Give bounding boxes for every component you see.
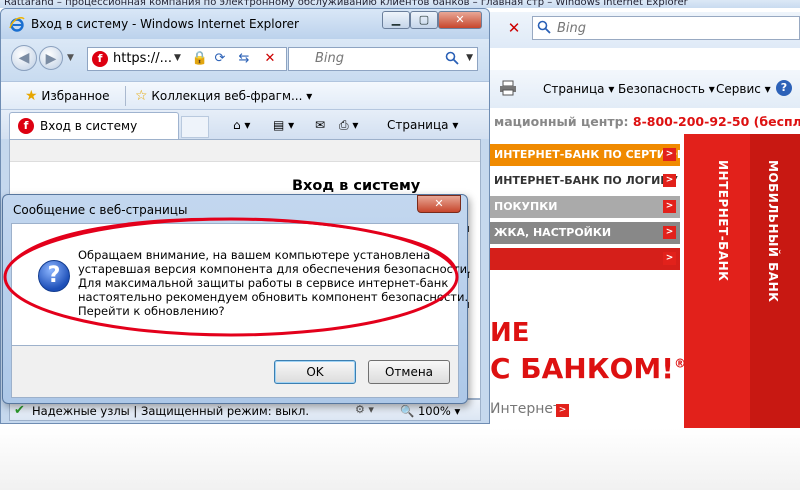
address-url: https://... bbox=[113, 51, 172, 66]
nav-item-label: ЖКА, НАСТРОЙКИ bbox=[494, 226, 612, 239]
dialog-message: Обращаем внимание, на вашем компьютере у… bbox=[78, 248, 471, 318]
question-icon: ? bbox=[38, 260, 70, 292]
message-line: Для максимальной защиты работы в сервисе… bbox=[78, 276, 449, 290]
arrow-right-icon[interactable]: > bbox=[556, 404, 569, 417]
tools-icon[interactable]: ⚙ ▾ bbox=[355, 403, 374, 416]
search-icon bbox=[537, 20, 551, 34]
address-bar[interactable]: f https://... ▼ bbox=[87, 47, 287, 71]
window-title: Вход в систему - Windows Internet Explor… bbox=[31, 17, 299, 31]
internet-link[interactable]: Интернет bbox=[490, 401, 561, 417]
chevron-down-icon[interactable]: ▼ bbox=[174, 53, 181, 63]
zoom-level[interactable]: 🔍 100% ▾ bbox=[400, 404, 460, 418]
nav-item-purchases[interactable]: ПОКУПКИ > bbox=[490, 196, 680, 218]
zoom-value: 100% bbox=[417, 404, 451, 418]
nav-item-label: ИНТЕРНЕТ-БАНК ПО ЛОГИНУ bbox=[494, 174, 678, 187]
message-line: устаревшая версия компонента для обеспеч… bbox=[78, 262, 471, 276]
maximize-button[interactable]: ▢ bbox=[410, 11, 438, 29]
menu-page[interactable]: Страница ▾ bbox=[387, 118, 458, 132]
info-phone: 8-800-200-92-50 (бесплатно bbox=[632, 114, 800, 129]
new-tab-button[interactable] bbox=[181, 116, 209, 138]
arrow-right-icon: > bbox=[663, 200, 676, 213]
close-icon[interactable]: ✕ bbox=[261, 50, 279, 68]
mail-icon[interactable]: ✉ bbox=[315, 118, 325, 132]
chevron-down-icon[interactable]: ▼ bbox=[466, 53, 473, 63]
background-window-title: Rattarand – процессионная компания по эл… bbox=[0, 0, 800, 8]
message-dialog: Сообщение с веб-страницы ✕ ? Обращаем вн… bbox=[2, 194, 471, 404]
back-arrow-icon: ◀ bbox=[18, 50, 30, 66]
close-icon[interactable]: ✕ bbox=[505, 19, 523, 37]
arrow-right-icon: > bbox=[663, 148, 676, 161]
page-header-band bbox=[10, 140, 480, 162]
arrow-right-icon: > bbox=[663, 226, 676, 239]
cancel-button[interactable]: Отмена bbox=[368, 360, 450, 384]
tab-login[interactable]: f Вход в систему bbox=[9, 112, 179, 139]
check-icon: ✔ bbox=[14, 403, 25, 418]
site-favicon-icon: f bbox=[92, 51, 108, 67]
vertical-tab-mobile-bank[interactable]: МОБИЛЬНЫЙ БАНК bbox=[766, 160, 780, 302]
security-zone-text: Надежные узлы | Защищенный режим: выкл. bbox=[32, 404, 310, 418]
arrow-right-icon: > bbox=[663, 252, 676, 265]
refresh-icon[interactable]: ⟳ bbox=[211, 50, 229, 68]
close-window-button[interactable]: ✕ bbox=[438, 11, 482, 29]
question-icon[interactable]: ? bbox=[776, 80, 792, 96]
nav-item-settings[interactable]: ЖКА, НАСТРОЙКИ > bbox=[490, 222, 680, 244]
printer-icon[interactable]: ⎙ ▾ bbox=[339, 118, 358, 133]
search-icon[interactable] bbox=[445, 51, 459, 65]
tab-bar: f Вход в систему ⌂ ▾ ▤ ▾ ✉ ⎙ ▾ Страница … bbox=[1, 109, 489, 139]
ie-logo-icon bbox=[9, 16, 25, 32]
registered-mark: ® bbox=[674, 356, 687, 371]
promo-text: С БАНКОМ! bbox=[490, 352, 675, 385]
back-button[interactable]: ◀ bbox=[11, 45, 37, 71]
collection-label: Коллекция веб-фрагм... bbox=[151, 89, 303, 103]
message-line: Перейти к обновлению? bbox=[78, 304, 225, 318]
message-line: Обращаем внимание, на вашем компьютере у… bbox=[78, 248, 431, 262]
vertical-tab-internet-bank[interactable]: ИНТЕРНЕТ-БАНК bbox=[716, 160, 730, 281]
minimize-button[interactable]: ▁ bbox=[382, 11, 410, 29]
history-dropdown-icon[interactable]: ▼ bbox=[67, 53, 74, 63]
page-footer bbox=[0, 428, 800, 490]
favorites-bar: ★ Избранное ☆ Коллекция веб-фрагм... ▾ bbox=[1, 81, 489, 109]
arrow-right-icon: > bbox=[663, 174, 676, 187]
dialog-footer: OK Отмена bbox=[11, 346, 459, 398]
menu-security[interactable]: Безопасность ▾ bbox=[618, 82, 715, 96]
promo-text-line-1: ИЕ bbox=[490, 318, 530, 348]
ok-button[interactable]: OK bbox=[274, 360, 356, 384]
dialog-close-button[interactable]: ✕ bbox=[417, 195, 461, 213]
search-input[interactable]: Bing ▼ bbox=[288, 47, 478, 71]
nav-item-label: ПОКУПКИ bbox=[494, 200, 558, 213]
ie-titlebar: Вход в систему - Windows Internet Explor… bbox=[1, 9, 489, 39]
forward-arrow-icon: ▶ bbox=[45, 51, 57, 67]
background-search-box[interactable]: Bing bbox=[532, 16, 800, 40]
nav-item-red[interactable]: > bbox=[490, 248, 680, 270]
add-favorite-icon: ☆ bbox=[135, 88, 148, 104]
info-center-line: мационный центр: 8-800-200-92-50 (беспла… bbox=[490, 110, 800, 134]
dialog-body: ? Обращаем внимание, на вашем компьютере… bbox=[11, 223, 471, 346]
printer-icon[interactable] bbox=[499, 80, 517, 96]
star-icon: ★ bbox=[25, 88, 38, 104]
divider bbox=[125, 86, 126, 106]
home-icon[interactable]: ⌂ ▾ bbox=[233, 118, 250, 132]
menu-service[interactable]: Сервис ▾ bbox=[716, 82, 771, 96]
nav-item-label: ИНТЕРНЕТ-БАНК ПО СЕРТИФИКАТУ bbox=[494, 148, 680, 161]
info-label: мационный центр: bbox=[494, 114, 633, 129]
go-icon[interactable]: ⇆ bbox=[235, 50, 253, 68]
favorites-button[interactable]: ★ Избранное bbox=[25, 88, 110, 104]
promo-text-line-2: С БАНКОМ!® bbox=[490, 352, 686, 385]
nav-item-certificate[interactable]: ИНТЕРНЕТ-БАНК ПО СЕРТИФИКАТУ> bbox=[490, 144, 680, 166]
web-slice-gallery-link[interactable]: ☆ Коллекция веб-фрагм... ▾ bbox=[135, 88, 312, 104]
search-placeholder: Bing bbox=[315, 51, 345, 66]
search-placeholder: Bing bbox=[557, 21, 587, 36]
menu-page[interactable]: Страница ▾ bbox=[543, 82, 614, 96]
lock-icon[interactable]: 🔒 bbox=[191, 50, 209, 68]
site-favicon-icon: f bbox=[18, 118, 34, 134]
tab-title: Вход в систему bbox=[40, 119, 138, 133]
nav-item-login[interactable]: ИНТЕРНЕТ-БАНК ПО ЛОГИНУ > bbox=[490, 170, 680, 192]
dialog-title: Сообщение с веб-страницы bbox=[13, 203, 188, 217]
message-line: настоятельно рекомендуем обновить компон… bbox=[78, 290, 469, 304]
address-toolbar: ◀ ▶ ▼ f https://... ▼ 🔒 ⟳ ⇆ ✕ Bing ▼ bbox=[1, 39, 489, 81]
page-title: Вход в систему bbox=[292, 178, 421, 194]
favorites-label: Избранное bbox=[41, 89, 110, 103]
forward-button[interactable]: ▶ bbox=[39, 46, 63, 70]
rss-icon[interactable]: ▤ ▾ bbox=[273, 118, 294, 132]
